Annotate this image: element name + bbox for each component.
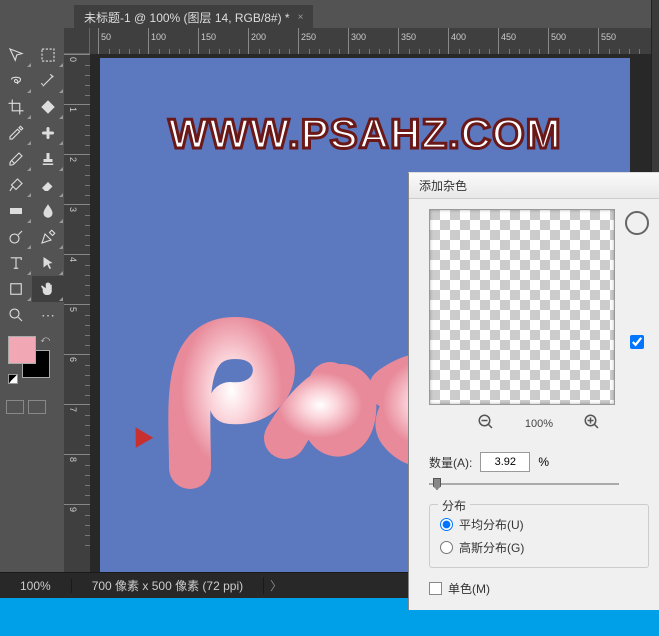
- ruler-origin[interactable]: [64, 28, 90, 54]
- dialog-title[interactable]: 添加杂色: [409, 173, 659, 199]
- status-doc-info[interactable]: 700 像素 x 500 像素 (72 ppi): [72, 577, 264, 594]
- color-swatches[interactable]: ⤺: [8, 336, 52, 380]
- eyedropper-tool[interactable]: [0, 120, 32, 146]
- amount-label: 数量(A):: [429, 454, 472, 471]
- tool-panel: ⋯ ⤺: [0, 28, 64, 572]
- document-tab[interactable]: 未标题-1 @ 100% (图层 14, RGB/8#) * ×: [74, 5, 313, 30]
- reset-colors-icon[interactable]: [8, 374, 18, 384]
- preview-zoom-label: 100%: [525, 418, 553, 430]
- horizontal-ruler[interactable]: 50100150200250300350400450500550: [90, 28, 659, 54]
- amount-unit: %: [538, 455, 549, 469]
- distribution-group: 分布 平均分布(U) 高斯分布(G): [429, 504, 649, 568]
- history-brush-tool[interactable]: [0, 172, 32, 198]
- foreground-color[interactable]: [8, 336, 36, 364]
- uniform-radio[interactable]: 平均分布(U): [440, 513, 638, 536]
- close-icon[interactable]: ×: [298, 12, 304, 23]
- document-tabs: 未标题-1 @ 100% (图层 14, RGB/8#) * ×: [0, 6, 659, 28]
- brush-tool[interactable]: [0, 146, 32, 172]
- mask-mode-button[interactable]: [28, 400, 46, 414]
- preview-checkbox[interactable]: [630, 335, 644, 352]
- stamp-tool[interactable]: [32, 146, 64, 172]
- screen-mode-button[interactable]: [6, 400, 24, 414]
- ok-button-partial[interactable]: [625, 211, 649, 235]
- status-zoom[interactable]: 100%: [0, 579, 72, 593]
- amount-input[interactable]: [480, 452, 530, 472]
- marquee-tool[interactable]: [32, 42, 64, 68]
- swap-colors-icon[interactable]: ⤺: [40, 334, 50, 345]
- vertical-ruler[interactable]: 0123456789: [64, 54, 90, 572]
- move-tool[interactable]: [0, 42, 32, 68]
- gradient-tool[interactable]: [0, 198, 32, 224]
- dodge-tool[interactable]: [0, 224, 32, 250]
- monochrome-checkbox[interactable]: 单色(M): [429, 580, 649, 597]
- heal-tool[interactable]: [32, 120, 64, 146]
- slice-tool[interactable]: [32, 94, 64, 120]
- gaussian-radio[interactable]: 高斯分布(G): [440, 536, 638, 559]
- type-tool[interactable]: [0, 250, 32, 276]
- zoom-tool[interactable]: [0, 302, 32, 328]
- pen-tool[interactable]: [32, 224, 64, 250]
- hand-tool[interactable]: [32, 276, 64, 302]
- group-title: 分布: [438, 497, 470, 514]
- add-noise-dialog: 添加杂色 100% 数量(A): % 分布 平均分布(U) 高斯分布(G): [408, 172, 659, 610]
- noise-preview[interactable]: [429, 209, 615, 405]
- path-select-tool[interactable]: [32, 250, 64, 276]
- watermark-text: WWW.PSAHZ.COM: [100, 110, 630, 158]
- zoom-in-icon[interactable]: [583, 413, 601, 434]
- tab-title: 未标题-1 @ 100% (图层 14, RGB/8#) *: [84, 9, 290, 26]
- chevron-right-icon[interactable]: 〉: [270, 577, 282, 594]
- blur-tool[interactable]: [32, 198, 64, 224]
- crop-tool[interactable]: [0, 94, 32, 120]
- zoom-out-icon[interactable]: [477, 413, 495, 434]
- amount-slider[interactable]: [429, 474, 619, 494]
- edit-toolbar[interactable]: ⋯: [32, 302, 64, 328]
- eraser-tool[interactable]: [32, 172, 64, 198]
- lasso-tool[interactable]: [0, 68, 32, 94]
- wand-tool[interactable]: [32, 68, 64, 94]
- shape-tool[interactable]: [0, 276, 32, 302]
